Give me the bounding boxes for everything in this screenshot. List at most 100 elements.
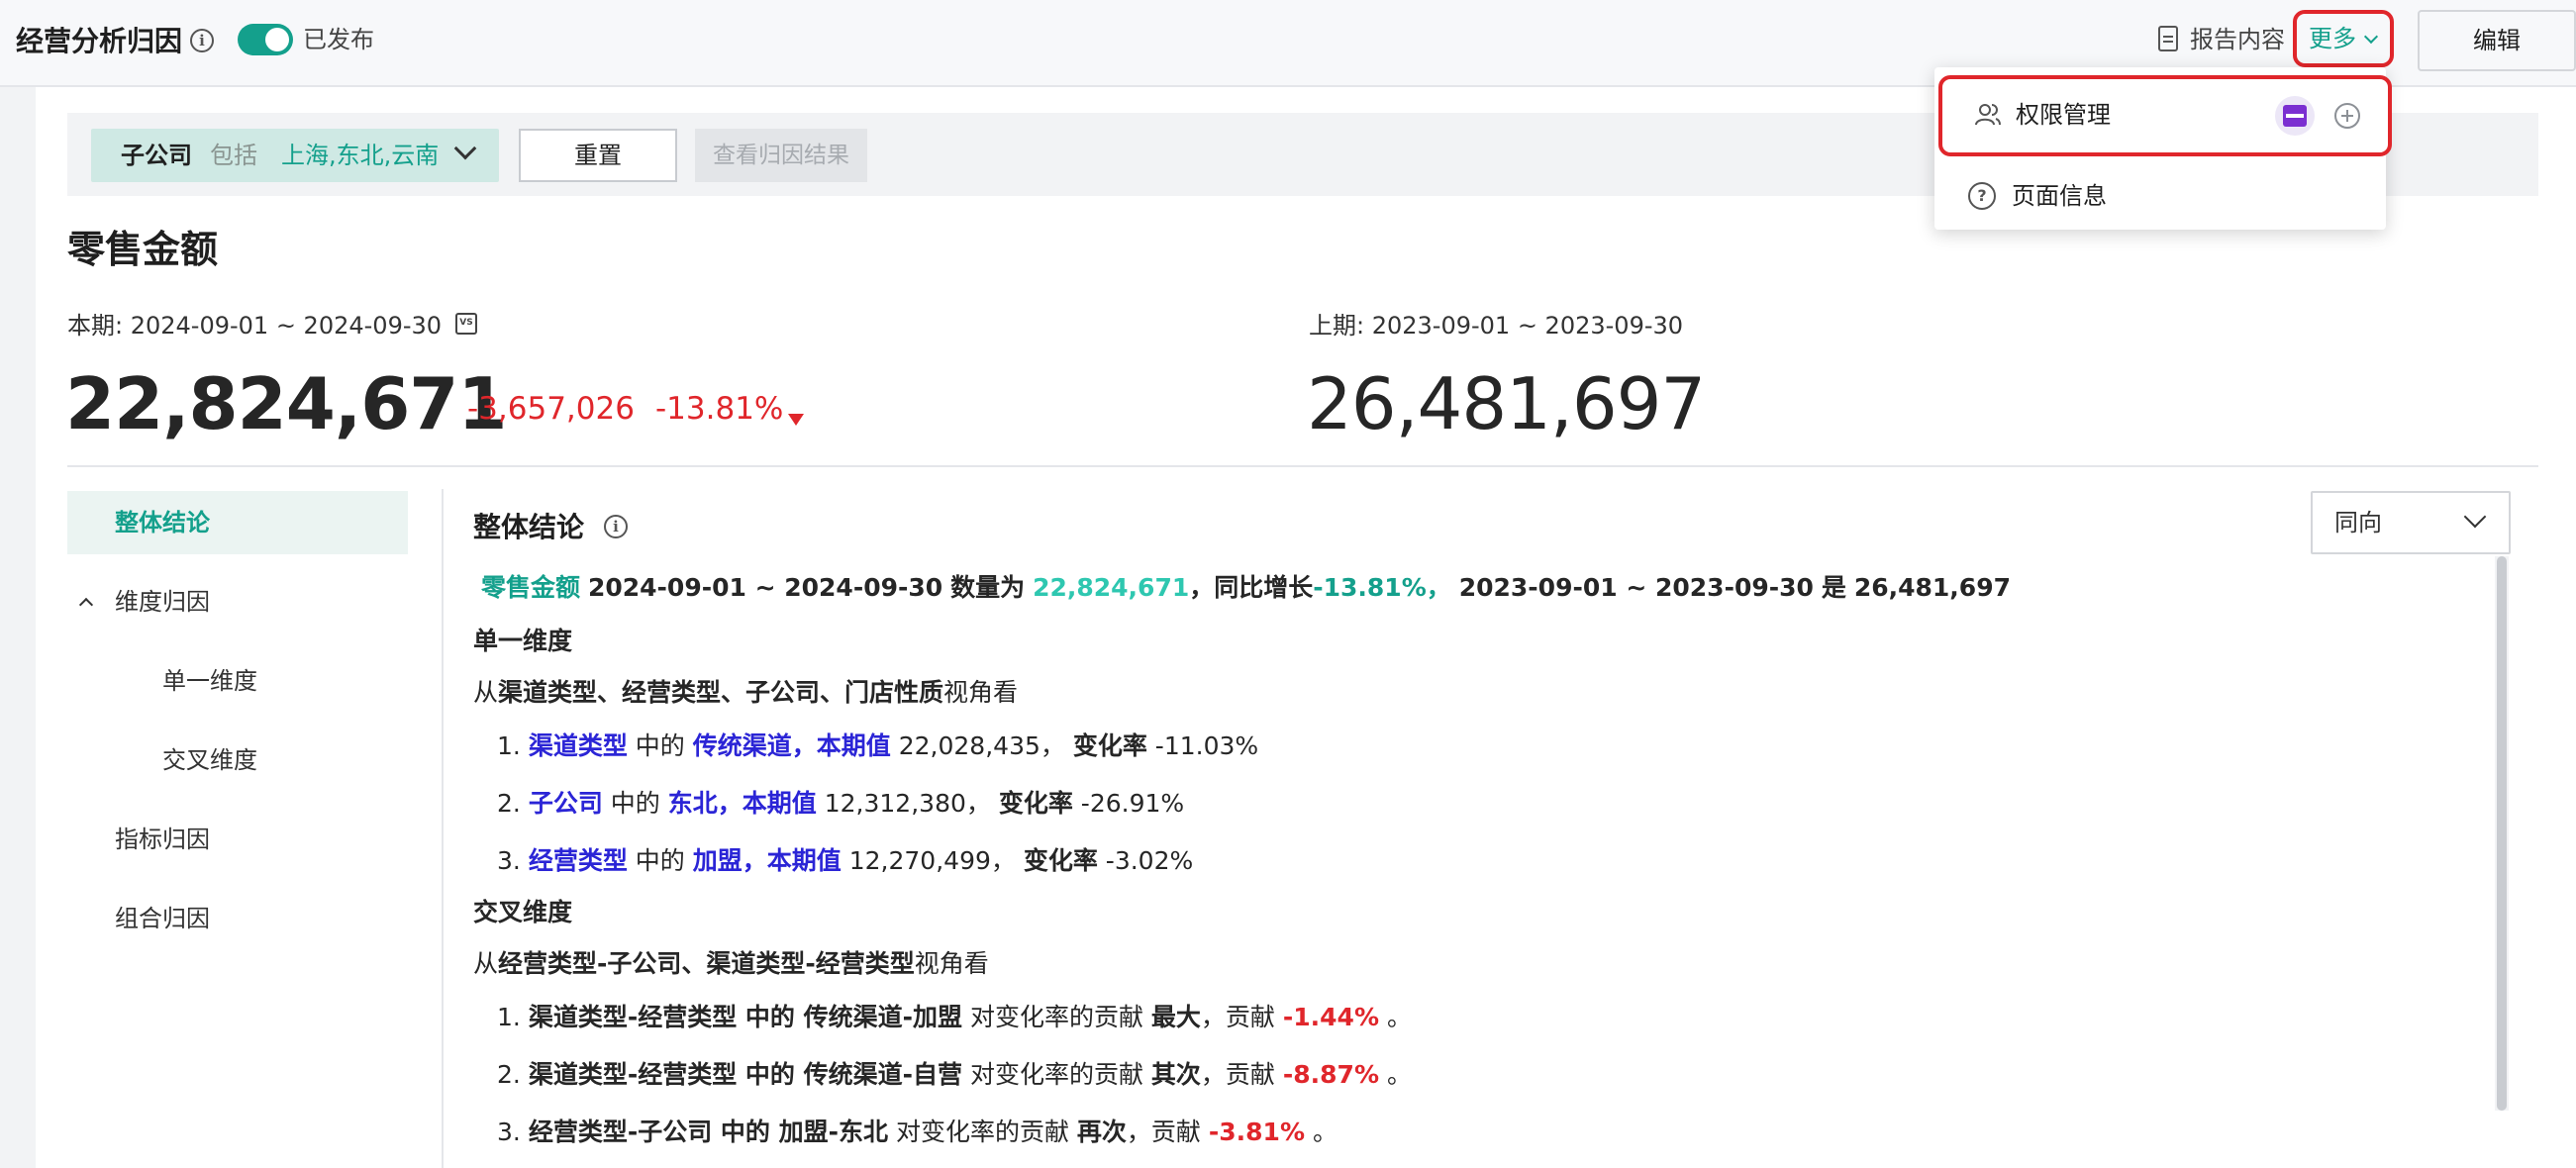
nav-label: 交叉维度	[162, 746, 257, 774]
direction-select[interactable]: 同向	[2311, 491, 2511, 554]
summary-growth-label: ，同比增长	[1189, 573, 1314, 602]
nav-single-dimension[interactable]: 单一维度	[67, 649, 408, 713]
item-dim: 经营类型	[528, 846, 628, 875]
publish-status-label: 已发布	[303, 26, 374, 53]
cross-item-3: 3. 经营类型-子公司 中的 加盟-东北 对变化率的贡献 再次，贡献 -3.81…	[497, 1111, 1338, 1154]
item-rate-label: 变化率	[1072, 731, 1147, 760]
page-title: 经营分析归因	[16, 25, 183, 57]
info-icon[interactable]: i	[604, 515, 628, 538]
item-dim: 渠道类型	[528, 731, 628, 760]
more-button[interactable]: 更多	[2293, 10, 2394, 67]
summary-prev-period: 2023-09-01 ~ 2023-09-30	[1458, 573, 1814, 602]
item-dims: 经营类型-子公司 中的 加盟-东北	[528, 1118, 888, 1146]
reset-button[interactable]: 重置	[519, 129, 677, 182]
previous-period: 上期: 2023-09-01 ~ 2023-09-30	[1309, 312, 1684, 340]
item-dim: 子公司	[528, 789, 603, 818]
item-mid: 对变化率的贡献	[969, 1060, 1143, 1089]
summary-value: 22,824,671	[1033, 573, 1190, 602]
item-cur: 22,028,435，	[898, 731, 1065, 760]
item-mid: 中的	[610, 789, 660, 818]
item-end: 。	[1386, 1060, 1412, 1089]
summary-count-label: 数量为	[950, 573, 1026, 602]
item-val: 东北，	[667, 789, 743, 818]
nav-overall-conclusion[interactable]: 整体结论	[67, 491, 408, 554]
item-label: 本期值	[766, 846, 842, 875]
item-mid: 中的	[635, 846, 685, 875]
intro-prefix: 从	[473, 949, 499, 978]
question-circle-icon: ?	[1968, 182, 1996, 210]
intro-dims: 渠道类型、经营类型、子公司、门店性质	[498, 678, 944, 707]
intro-suffix: 视角看	[914, 949, 989, 978]
item-label: 本期值	[816, 731, 891, 760]
item-cur: 12,312,380，	[824, 789, 991, 818]
intro-dims: 经营类型-子公司、渠道类型-经营类型	[498, 949, 915, 978]
single-dimension-intro: 从渠道类型、经营类型、子公司、门店性质视角看	[473, 671, 1018, 715]
item-contrib: -8.87%	[1282, 1060, 1379, 1089]
more-label: 更多	[2309, 25, 2356, 52]
filter-operator: 包括	[210, 142, 257, 169]
vs-calendar-icon[interactable]: VS	[455, 313, 477, 335]
summary-line: 零售金额 2024-09-01 ~ 2024-09-30 数量为 22,824,…	[481, 566, 2011, 610]
cross-dimension-intro: 从经营类型-子公司、渠道类型-经营类型视角看	[473, 942, 989, 986]
item-mid: 对变化率的贡献	[895, 1118, 1069, 1146]
vertical-divider	[442, 489, 444, 1168]
nav-cross-dimension[interactable]: 交叉维度	[67, 729, 408, 792]
summary-period: 2024-09-01 ~ 2024-09-30	[587, 573, 943, 602]
item-num: 1.	[497, 731, 521, 760]
scrollbar-thumb[interactable]	[2497, 556, 2507, 1111]
item-cur: 12,270,499，	[848, 846, 1016, 875]
summary-growth-value: -13.81%，	[1313, 573, 1451, 602]
current-value: 22,824,671	[65, 362, 507, 445]
item-contrib-label: ，贡献	[1200, 1060, 1275, 1089]
single-item-2: 2. 子公司 中的 东北，本期值 12,312,380， 变化率 -26.91%	[497, 782, 1184, 826]
plus-circle-icon[interactable]	[2334, 103, 2360, 129]
summary-metric: 零售金额	[481, 573, 581, 602]
item-contrib-label: ，贡献	[1200, 1003, 1275, 1031]
change-percent: -13.81%	[655, 391, 784, 427]
edit-button[interactable]: 编辑	[2418, 10, 2576, 71]
item-rate-label: 变化率	[998, 789, 1073, 818]
item-dims: 渠道类型-经营类型 中的 传统渠道-自营	[528, 1060, 962, 1089]
chevron-down-icon	[2363, 29, 2379, 45]
nav-dimension-attribution[interactable]: 维度归因	[67, 570, 408, 633]
avatar[interactable]	[2275, 96, 2315, 136]
intro-suffix: 视角看	[943, 678, 1019, 707]
item-rate-label: 变化率	[1023, 846, 1098, 875]
item-end: 。	[1312, 1118, 1338, 1146]
item-num: 3.	[497, 1118, 521, 1146]
nav-label: 整体结论	[115, 509, 210, 536]
item-num: 2.	[497, 789, 521, 818]
single-item-1: 1. 渠道类型 中的 传统渠道，本期值 22,028,435， 变化率 -11.…	[497, 725, 1258, 768]
menu-item-page-info[interactable]: ? 页面信息	[1934, 164, 2386, 228]
nav-label: 维度归因	[115, 588, 210, 616]
nav-label: 单一维度	[162, 667, 257, 695]
item-rate: -3.02%	[1105, 846, 1194, 875]
single-item-3: 3. 经营类型 中的 加盟，本期值 12,270,499， 变化率 -3.02%	[497, 839, 1193, 883]
nav-metric-attribution[interactable]: 指标归因	[67, 808, 408, 871]
item-rank: 再次	[1076, 1118, 1127, 1146]
filter-key: 子公司	[121, 142, 192, 169]
chevron-down-icon	[2463, 505, 2487, 529]
document-icon	[2158, 26, 2178, 51]
item-rate: -26.91%	[1080, 789, 1185, 818]
info-icon[interactable]: i	[190, 29, 214, 52]
divider	[67, 465, 2538, 467]
menu-item-label: 权限管理	[2016, 101, 2111, 129]
item-mid: 对变化率的贡献	[969, 1003, 1143, 1031]
filter-value: 上海,东北,云南	[281, 142, 440, 169]
nav-label: 组合归因	[115, 905, 210, 932]
filter-subsidiary-pill[interactable]: 子公司 包括 上海,东北,云南	[91, 129, 499, 182]
item-num: 3.	[497, 846, 521, 875]
item-val: 加盟，	[692, 846, 767, 875]
down-triangle-icon	[788, 414, 804, 426]
item-rank: 最大	[1150, 1003, 1201, 1031]
publish-toggle[interactable]	[238, 24, 293, 55]
cross-item-1: 1. 渠道类型-经营类型 中的 传统渠道-加盟 对变化率的贡献 最大，贡献 -1…	[497, 996, 1412, 1039]
chevron-down-icon	[453, 137, 477, 160]
previous-value: 26,481,697	[1307, 362, 1706, 445]
view-attribution-button[interactable]: 查看归因结果	[695, 129, 867, 182]
item-contrib-label: ，贡献	[1126, 1118, 1201, 1146]
nav-combined-attribution[interactable]: 组合归因	[67, 887, 408, 950]
menu-item-permission-management[interactable]: 权限管理	[1938, 75, 2392, 156]
nav-label: 指标归因	[115, 826, 210, 853]
